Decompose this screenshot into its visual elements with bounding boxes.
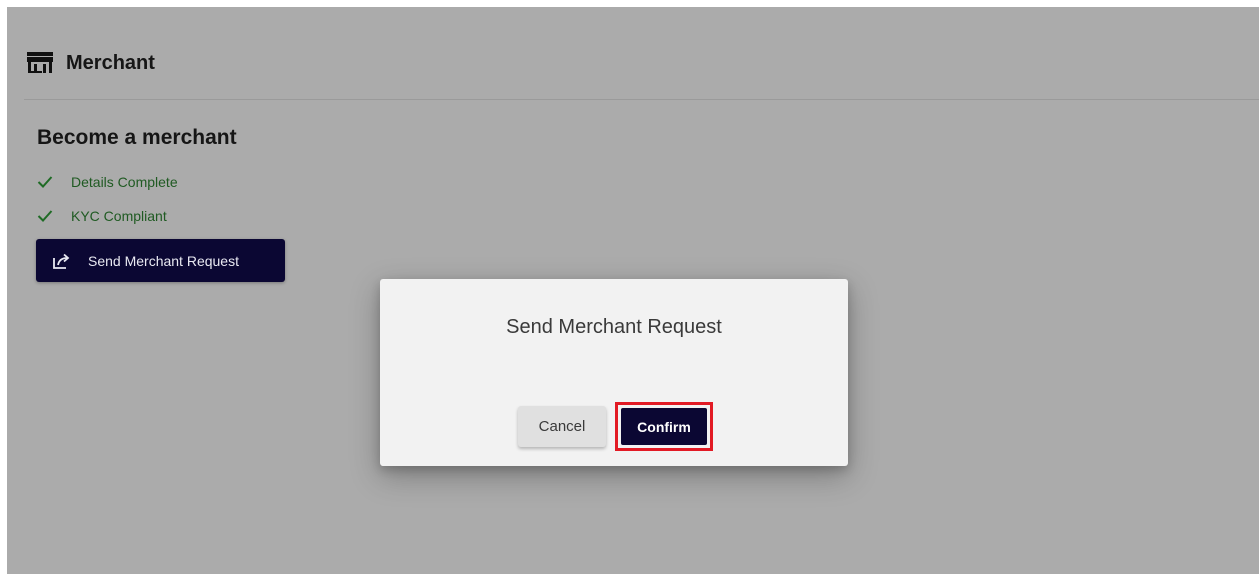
- storefront-icon: [26, 51, 54, 75]
- page-title: Merchant: [66, 51, 155, 74]
- share-icon: [52, 252, 74, 270]
- section-title: Become a merchant: [37, 126, 237, 149]
- status-label: KYC Compliant: [71, 208, 167, 224]
- cancel-button[interactable]: Cancel: [518, 406, 606, 447]
- dialog-title: Send Merchant Request: [506, 316, 722, 338]
- header-divider: [24, 99, 1259, 100]
- confirm-button-highlight[interactable]: Confirm: [615, 402, 713, 451]
- confirm-dialog: Send Merchant Request Cancel Confirm: [380, 279, 848, 466]
- status-label: Details Complete: [71, 174, 178, 190]
- confirm-button[interactable]: Confirm: [621, 408, 707, 445]
- check-icon: [37, 174, 53, 190]
- send-merchant-request-label: Send Merchant Request: [88, 252, 239, 269]
- status-details-complete: Details Complete: [37, 174, 178, 190]
- page-header: Merchant: [26, 45, 155, 81]
- check-icon: [37, 208, 53, 224]
- page-backdrop: Merchant Become a merchant Details Compl…: [7, 7, 1259, 574]
- send-merchant-request-button[interactable]: Send Merchant Request: [36, 239, 285, 282]
- status-kyc-compliant: KYC Compliant: [37, 208, 167, 224]
